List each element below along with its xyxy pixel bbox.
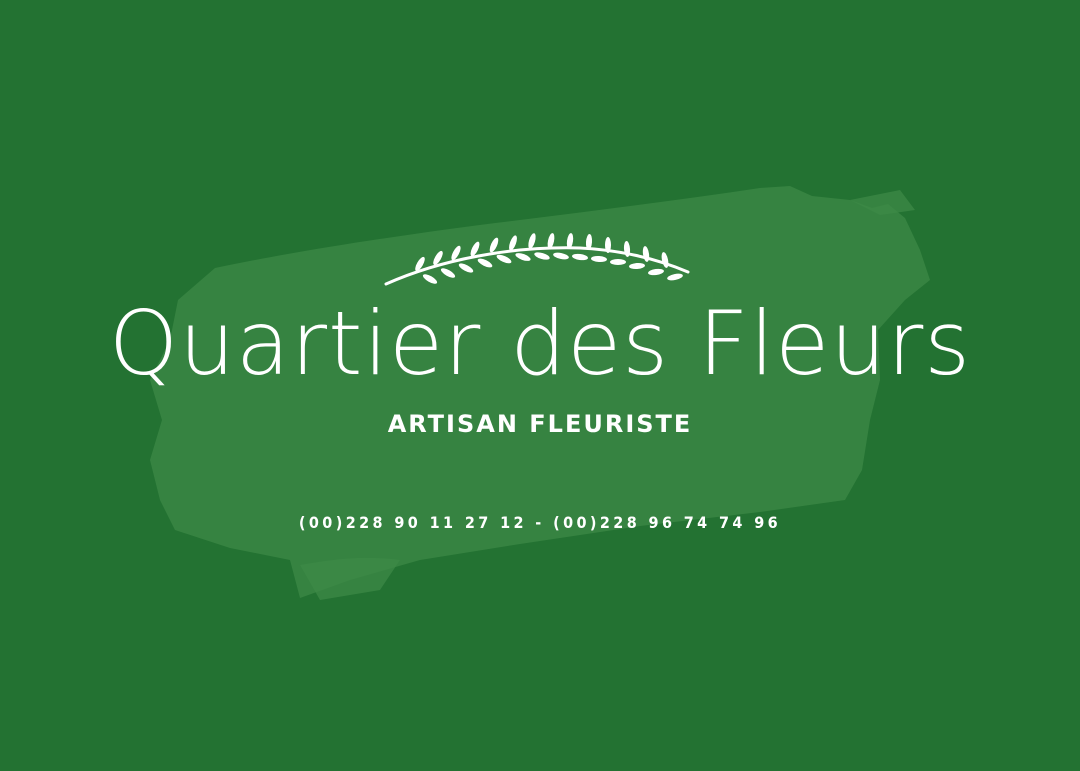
- phone-numbers: (00)228 90 11 27 12 - (00)228 96 74 74 9…: [298, 513, 782, 532]
- laurel-branch-icon: [384, 233, 690, 286]
- brand-name: Quartier des Fleurs: [108, 292, 972, 395]
- brand-tagline: ARTISAN FLEURISTE: [387, 410, 693, 438]
